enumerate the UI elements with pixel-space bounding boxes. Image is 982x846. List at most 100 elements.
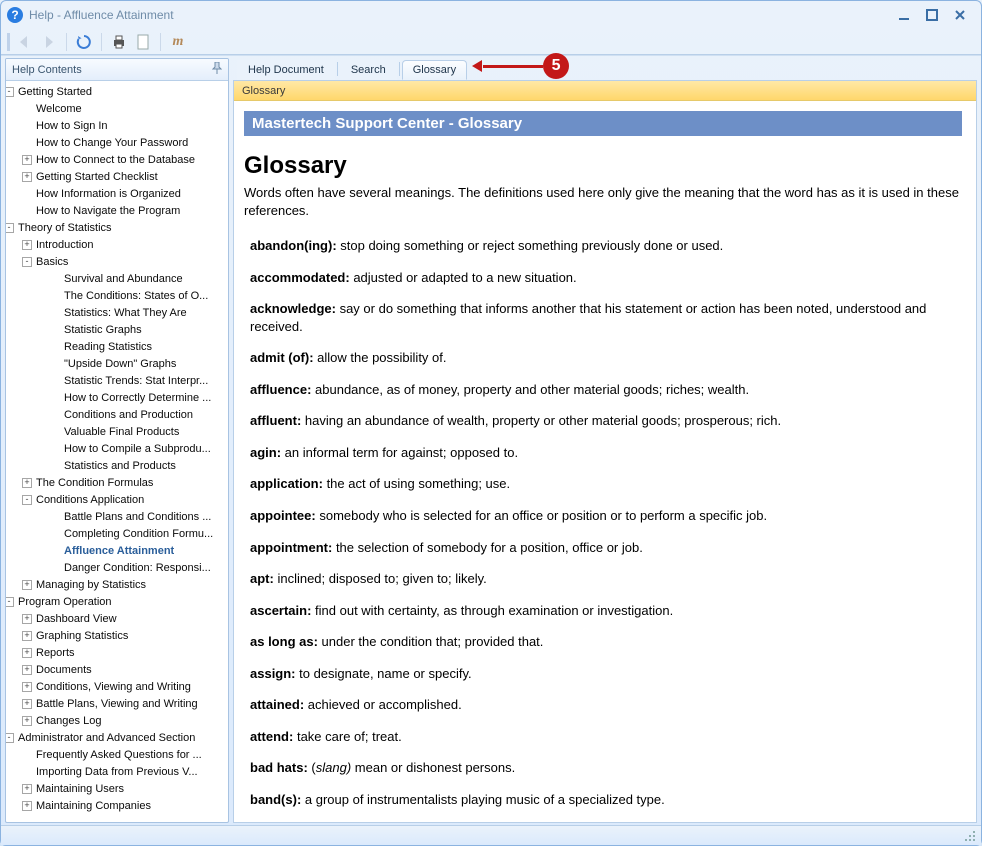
tree-node-label: Basics	[36, 256, 68, 268]
tree-node-label: Program Operation	[18, 596, 112, 608]
window-title: Help - Affluence Attainment	[29, 8, 174, 22]
tree-node[interactable]: -Administrator and Advanced Section	[6, 729, 228, 746]
tree-node[interactable]: +Managing by Statistics	[6, 576, 228, 593]
definition-term: assign:	[250, 666, 296, 681]
expand-icon[interactable]: +	[22, 682, 32, 692]
tree-node[interactable]: Affluence Attainment	[6, 542, 228, 559]
tree-node[interactable]: How to Navigate the Program	[6, 202, 228, 219]
script-m-icon[interactable]: m	[167, 31, 189, 53]
tree-node[interactable]: Completing Condition Formu...	[6, 525, 228, 542]
tree-node[interactable]: Importing Data from Previous V...	[6, 763, 228, 780]
tree-node[interactable]: How to Sign In	[6, 117, 228, 134]
expand-icon[interactable]: +	[22, 631, 32, 641]
document-titlebar: Mastertech Support Center - Glossary	[244, 111, 962, 136]
collapse-icon[interactable]: -	[6, 733, 14, 743]
tree-node[interactable]: +Introduction	[6, 236, 228, 253]
resize-grip-icon[interactable]	[963, 829, 977, 843]
expand-icon[interactable]: +	[22, 699, 32, 709]
tree-node[interactable]: How to Compile a Subprodu...	[6, 440, 228, 457]
tab-help-document[interactable]: Help Document	[237, 60, 335, 80]
collapse-icon[interactable]: -	[6, 223, 14, 233]
tree-node[interactable]: -Program Operation	[6, 593, 228, 610]
expand-icon[interactable]: +	[22, 614, 32, 624]
expand-icon[interactable]: +	[22, 155, 32, 165]
collapse-icon[interactable]: -	[22, 257, 32, 267]
definition-text: find out with certainty, as through exam…	[311, 603, 673, 618]
tree-node[interactable]: The Conditions: States of O...	[6, 287, 228, 304]
tree-node[interactable]: + Reports	[6, 644, 228, 661]
tree-node-label: Importing Data from Previous V...	[36, 766, 198, 778]
tree-node-label: Graphing Statistics	[36, 630, 128, 642]
tree-node[interactable]: +Maintaining Companies	[6, 797, 228, 814]
annotation-callout: 5	[473, 53, 569, 79]
tree-node-label: Conditions, Viewing and Writing	[36, 681, 191, 693]
tree-node[interactable]: + Graphing Statistics	[6, 627, 228, 644]
expand-icon[interactable]: +	[22, 240, 32, 250]
tree-node[interactable]: How to Correctly Determine ...	[6, 389, 228, 406]
tree-node[interactable]: +The Condition Formulas	[6, 474, 228, 491]
tab-glossary[interactable]: Glossary	[402, 60, 467, 80]
pin-icon[interactable]	[212, 62, 222, 77]
annotation-number: 5	[543, 53, 569, 79]
tree-node[interactable]: +Battle Plans, Viewing and Writing	[6, 695, 228, 712]
tree-node[interactable]: Welcome	[6, 100, 228, 117]
tree-node[interactable]: +Getting Started Checklist	[6, 168, 228, 185]
close-button[interactable]	[951, 7, 969, 23]
definition-entry: abandon(ing): stop doing something or re…	[250, 237, 962, 255]
tree-node[interactable]: +Dashboard View	[6, 610, 228, 627]
definition-entry: apt: inclined; disposed to; given to; li…	[250, 570, 962, 588]
tree-node[interactable]: +Maintaining Users	[6, 780, 228, 797]
tree-node[interactable]: Statistics: What They Are	[6, 304, 228, 321]
maximize-button[interactable]	[923, 7, 941, 23]
nav-forward-button[interactable]	[38, 31, 60, 53]
print-button[interactable]	[108, 31, 130, 53]
collapse-icon[interactable]: -	[6, 87, 14, 97]
tree-node[interactable]: -Conditions Application	[6, 491, 228, 508]
refresh-button[interactable]	[73, 31, 95, 53]
titlebar[interactable]: ? Help - Affluence Attainment	[1, 1, 981, 29]
tree-node[interactable]: Danger Condition: Responsi...	[6, 559, 228, 576]
tree-node[interactable]: Conditions and Production	[6, 406, 228, 423]
tree-node[interactable]: + Conditions, Viewing and Writing	[6, 678, 228, 695]
expand-icon[interactable]: +	[22, 801, 32, 811]
tree-node-label: How to Correctly Determine ...	[64, 392, 211, 404]
tree-node[interactable]: Statistic Graphs	[6, 321, 228, 338]
tab-search[interactable]: Search	[340, 60, 397, 80]
tree-node[interactable]: Statistics and Products	[6, 457, 228, 474]
nav-back-button[interactable]	[14, 31, 36, 53]
tree-node[interactable]: +How to Connect to the Database	[6, 151, 228, 168]
tree-node[interactable]: Valuable Final Products	[6, 423, 228, 440]
contents-tree[interactable]: -Getting StartedWelcomeHow to Sign InHow…	[6, 81, 228, 822]
tree-node[interactable]: "Upside Down" Graphs	[6, 355, 228, 372]
minimize-button[interactable]	[895, 7, 913, 23]
tree-node[interactable]: How Information is Organized	[6, 185, 228, 202]
expand-icon[interactable]: +	[22, 580, 32, 590]
tree-node[interactable]: Survival and Abundance	[6, 270, 228, 287]
expand-icon[interactable]: +	[22, 478, 32, 488]
collapse-icon[interactable]: -	[6, 597, 14, 607]
tree-node[interactable]: Frequently Asked Questions for ...	[6, 746, 228, 763]
expand-icon[interactable]: +	[22, 716, 32, 726]
tree-node-label: Statistic Graphs	[64, 324, 142, 336]
expand-icon[interactable]: +	[22, 172, 32, 182]
document-scroll[interactable]: Mastertech Support Center - Glossary Glo…	[234, 101, 976, 822]
tree-node[interactable]: -Basics	[6, 253, 228, 270]
definition-entry: accommodated: adjusted or adapted to a n…	[250, 269, 962, 287]
tree-node[interactable]: -Theory of Statistics	[6, 219, 228, 236]
tree-node[interactable]: Reading Statistics	[6, 338, 228, 355]
tree-node[interactable]: +Documents	[6, 661, 228, 678]
tree-node[interactable]: -Getting Started	[6, 83, 228, 100]
collapse-icon[interactable]: -	[22, 495, 32, 505]
definition-term: admit (of):	[250, 350, 314, 365]
expand-icon[interactable]: +	[22, 665, 32, 675]
definition-entry: affluent: having an abundance of wealth,…	[250, 412, 962, 430]
expand-icon[interactable]: +	[22, 648, 32, 658]
tree-node[interactable]: How to Change Your Password	[6, 134, 228, 151]
tree-node-label: Reports	[36, 647, 75, 659]
tree-node[interactable]: +Changes Log	[6, 712, 228, 729]
definition-entry: assign: to designate, name or specify.	[250, 665, 962, 683]
tree-node[interactable]: Battle Plans and Conditions ...	[6, 508, 228, 525]
tree-node[interactable]: Statistic Trends: Stat Interpr...	[6, 372, 228, 389]
new-page-button[interactable]	[132, 31, 154, 53]
expand-icon[interactable]: +	[22, 784, 32, 794]
